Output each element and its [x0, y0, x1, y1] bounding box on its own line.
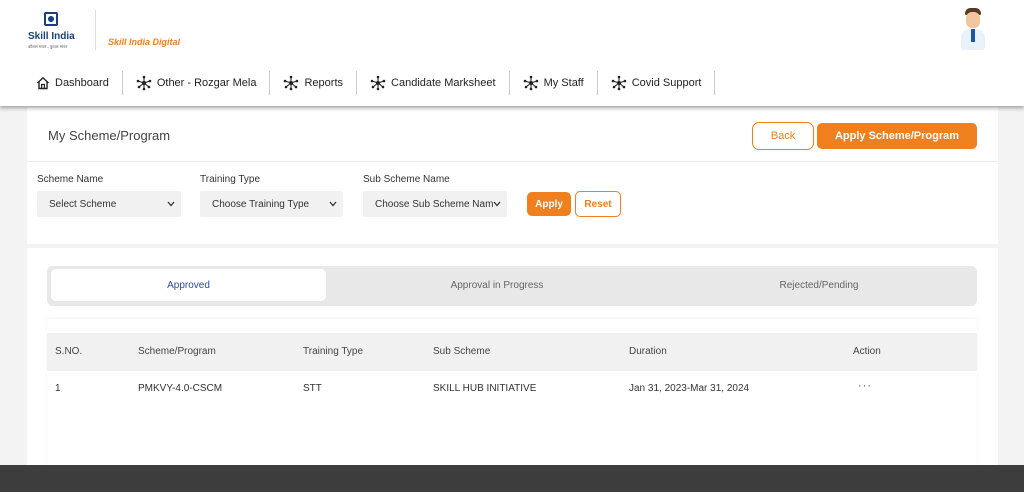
- column-duration: Duration: [629, 346, 667, 357]
- back-button[interactable]: Back: [752, 122, 814, 150]
- row-training-type: STT: [303, 383, 322, 394]
- top-header: Skill India कौशल भारत - कुशल भारत Skill …: [0, 0, 1024, 106]
- logo-text: Skill India: [28, 31, 75, 42]
- apply-scheme-program-button[interactable]: Apply Scheme/Program: [817, 123, 977, 149]
- section-gap: [27, 244, 998, 248]
- row-sub-scheme: SKILL HUB INITIATIVE: [433, 383, 537, 394]
- tab-approved[interactable]: Approved: [51, 269, 326, 301]
- row-scheme-program: PMKVY-4.0-CSCM: [138, 383, 223, 394]
- scheme-name-select[interactable]: Select Scheme: [37, 191, 181, 217]
- column-sub-scheme: Sub Scheme: [433, 346, 491, 357]
- filter-reset-button[interactable]: Reset: [575, 191, 621, 217]
- panel-divider: [27, 161, 998, 162]
- nav-label-other-rozgar-mela: Other - Rozgar Mela: [156, 77, 257, 89]
- network-icon: [136, 75, 152, 91]
- training-type-label: Training Type: [200, 174, 261, 185]
- nav-item-covid-support[interactable]: Covid Support: [598, 71, 716, 95]
- network-icon: [611, 75, 627, 91]
- nav-label-covid-support: Covid Support: [631, 77, 702, 89]
- scheme-panel: My Scheme/Program Back Apply Scheme/Prog…: [27, 107, 998, 469]
- training-type-select[interactable]: Choose Training Type: [200, 191, 343, 217]
- column-action: Action: [853, 346, 881, 357]
- nav-label-candidate-marksheet: Candidate Marksheet: [391, 77, 496, 89]
- row-sno: 1: [55, 383, 61, 394]
- filter-apply-button[interactable]: Apply: [527, 192, 571, 216]
- column-sno: S.NO.: [55, 346, 83, 357]
- nav-label-my-staff: My Staff: [543, 77, 584, 89]
- network-icon: [284, 75, 299, 91]
- scheme-table: S.NO. Scheme/Program Training Type Sub S…: [47, 319, 977, 469]
- nav-item-reports[interactable]: Reports: [270, 71, 358, 95]
- tab-rejected-pending[interactable]: Rejected/Pending: [669, 269, 969, 301]
- nav-item-my-staff[interactable]: My Staff: [510, 71, 598, 95]
- chevron-down-icon: [493, 201, 501, 207]
- page-title: My Scheme/Program: [48, 128, 171, 143]
- network-icon: [523, 75, 538, 91]
- sub-scheme-name-value: Choose Sub Scheme Nam: [375, 198, 494, 210]
- nav-item-dashboard[interactable]: Dashboard: [28, 71, 123, 95]
- nav-item-other-rozgar-mela[interactable]: Other - Rozgar Mela: [123, 71, 271, 95]
- main-nav: Dashboard Other - Rozgar Mela Reports Ca…: [28, 70, 716, 96]
- column-scheme-program: Scheme/Program: [138, 346, 216, 357]
- avatar-head: [966, 12, 980, 28]
- table-header: S.NO. Scheme/Program Training Type Sub S…: [47, 333, 977, 371]
- chevron-down-icon: [167, 201, 175, 207]
- home-icon: [37, 76, 49, 90]
- network-icon: [370, 75, 386, 91]
- scheme-name-value: Select Scheme: [49, 198, 117, 210]
- nav-item-candidate-marksheet[interactable]: Candidate Marksheet: [357, 71, 510, 95]
- brand-title: Skill India Digital: [108, 37, 181, 47]
- nav-label-dashboard: Dashboard: [55, 77, 109, 89]
- footer-bar: [0, 465, 1024, 492]
- avatar-tie: [971, 29, 975, 42]
- logo-tagline: कौशल भारत - कुशल भारत: [28, 44, 68, 49]
- sub-scheme-name-select[interactable]: Choose Sub Scheme Nam: [363, 191, 507, 217]
- skill-india-logo[interactable]: Skill India कौशल भारत - कुशल भारत: [28, 12, 76, 54]
- chevron-down-icon: [329, 201, 337, 207]
- header-divider: [95, 10, 96, 50]
- row-duration: Jan 31, 2023-Mar 31, 2024: [629, 383, 750, 394]
- column-training-type: Training Type: [303, 346, 364, 357]
- training-type-value: Choose Training Type: [212, 198, 310, 210]
- nav-label-reports: Reports: [304, 77, 344, 89]
- emblem-icon: [44, 12, 58, 26]
- sub-scheme-name-label: Sub Scheme Name: [363, 174, 450, 185]
- user-avatar[interactable]: [958, 8, 988, 52]
- row-action-menu-icon[interactable]: ···: [858, 380, 872, 392]
- tab-approval-in-progress[interactable]: Approval in Progress: [347, 269, 647, 301]
- scheme-name-label: Scheme Name: [37, 174, 104, 185]
- status-tabs: Approved Approval in Progress Rejected/P…: [47, 266, 977, 306]
